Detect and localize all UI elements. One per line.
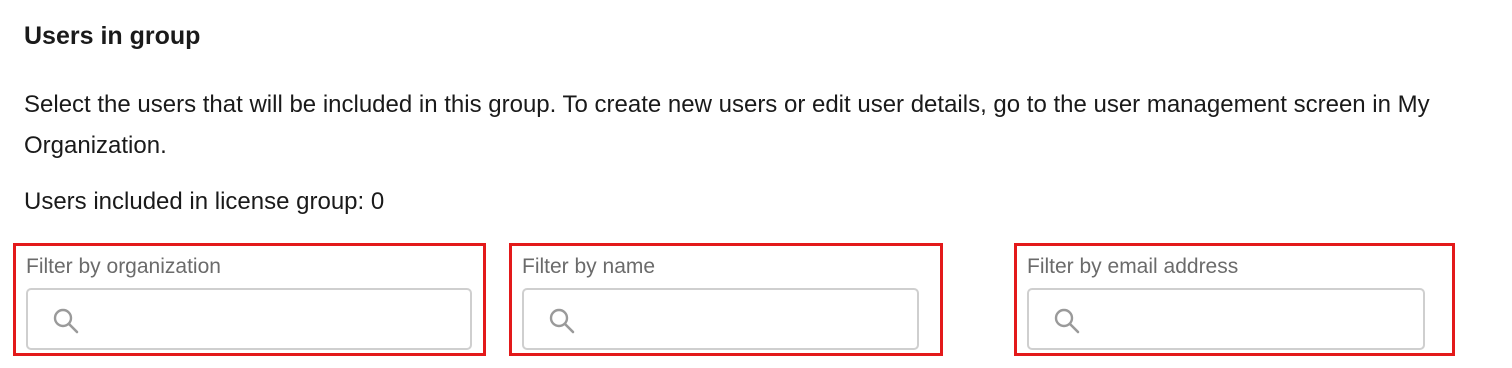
search-icon xyxy=(1054,308,1080,334)
section-title: Users in group xyxy=(24,22,201,50)
filter-name-label: Filter by name xyxy=(522,255,656,278)
search-icon xyxy=(549,308,575,334)
filter-email-input[interactable] xyxy=(1085,290,1415,348)
filter-name-group: Filter by name xyxy=(509,243,943,356)
filter-name-input[interactable] xyxy=(580,290,909,348)
filter-name-field[interactable] xyxy=(522,288,919,350)
filter-organization-group: Filter by organization xyxy=(13,243,486,356)
filter-email-label: Filter by email address xyxy=(1027,255,1239,278)
filter-email-group: Filter by email address xyxy=(1014,243,1455,356)
filter-organization-label: Filter by organization xyxy=(26,255,221,278)
filter-email-field[interactable] xyxy=(1027,288,1425,350)
filter-organization-field[interactable] xyxy=(26,288,472,350)
users-count-text: Users included in license group: 0 xyxy=(24,188,385,215)
filter-organization-input[interactable] xyxy=(84,290,462,348)
section-description: Select the users that will be included i… xyxy=(24,91,1430,159)
search-icon xyxy=(53,308,79,334)
